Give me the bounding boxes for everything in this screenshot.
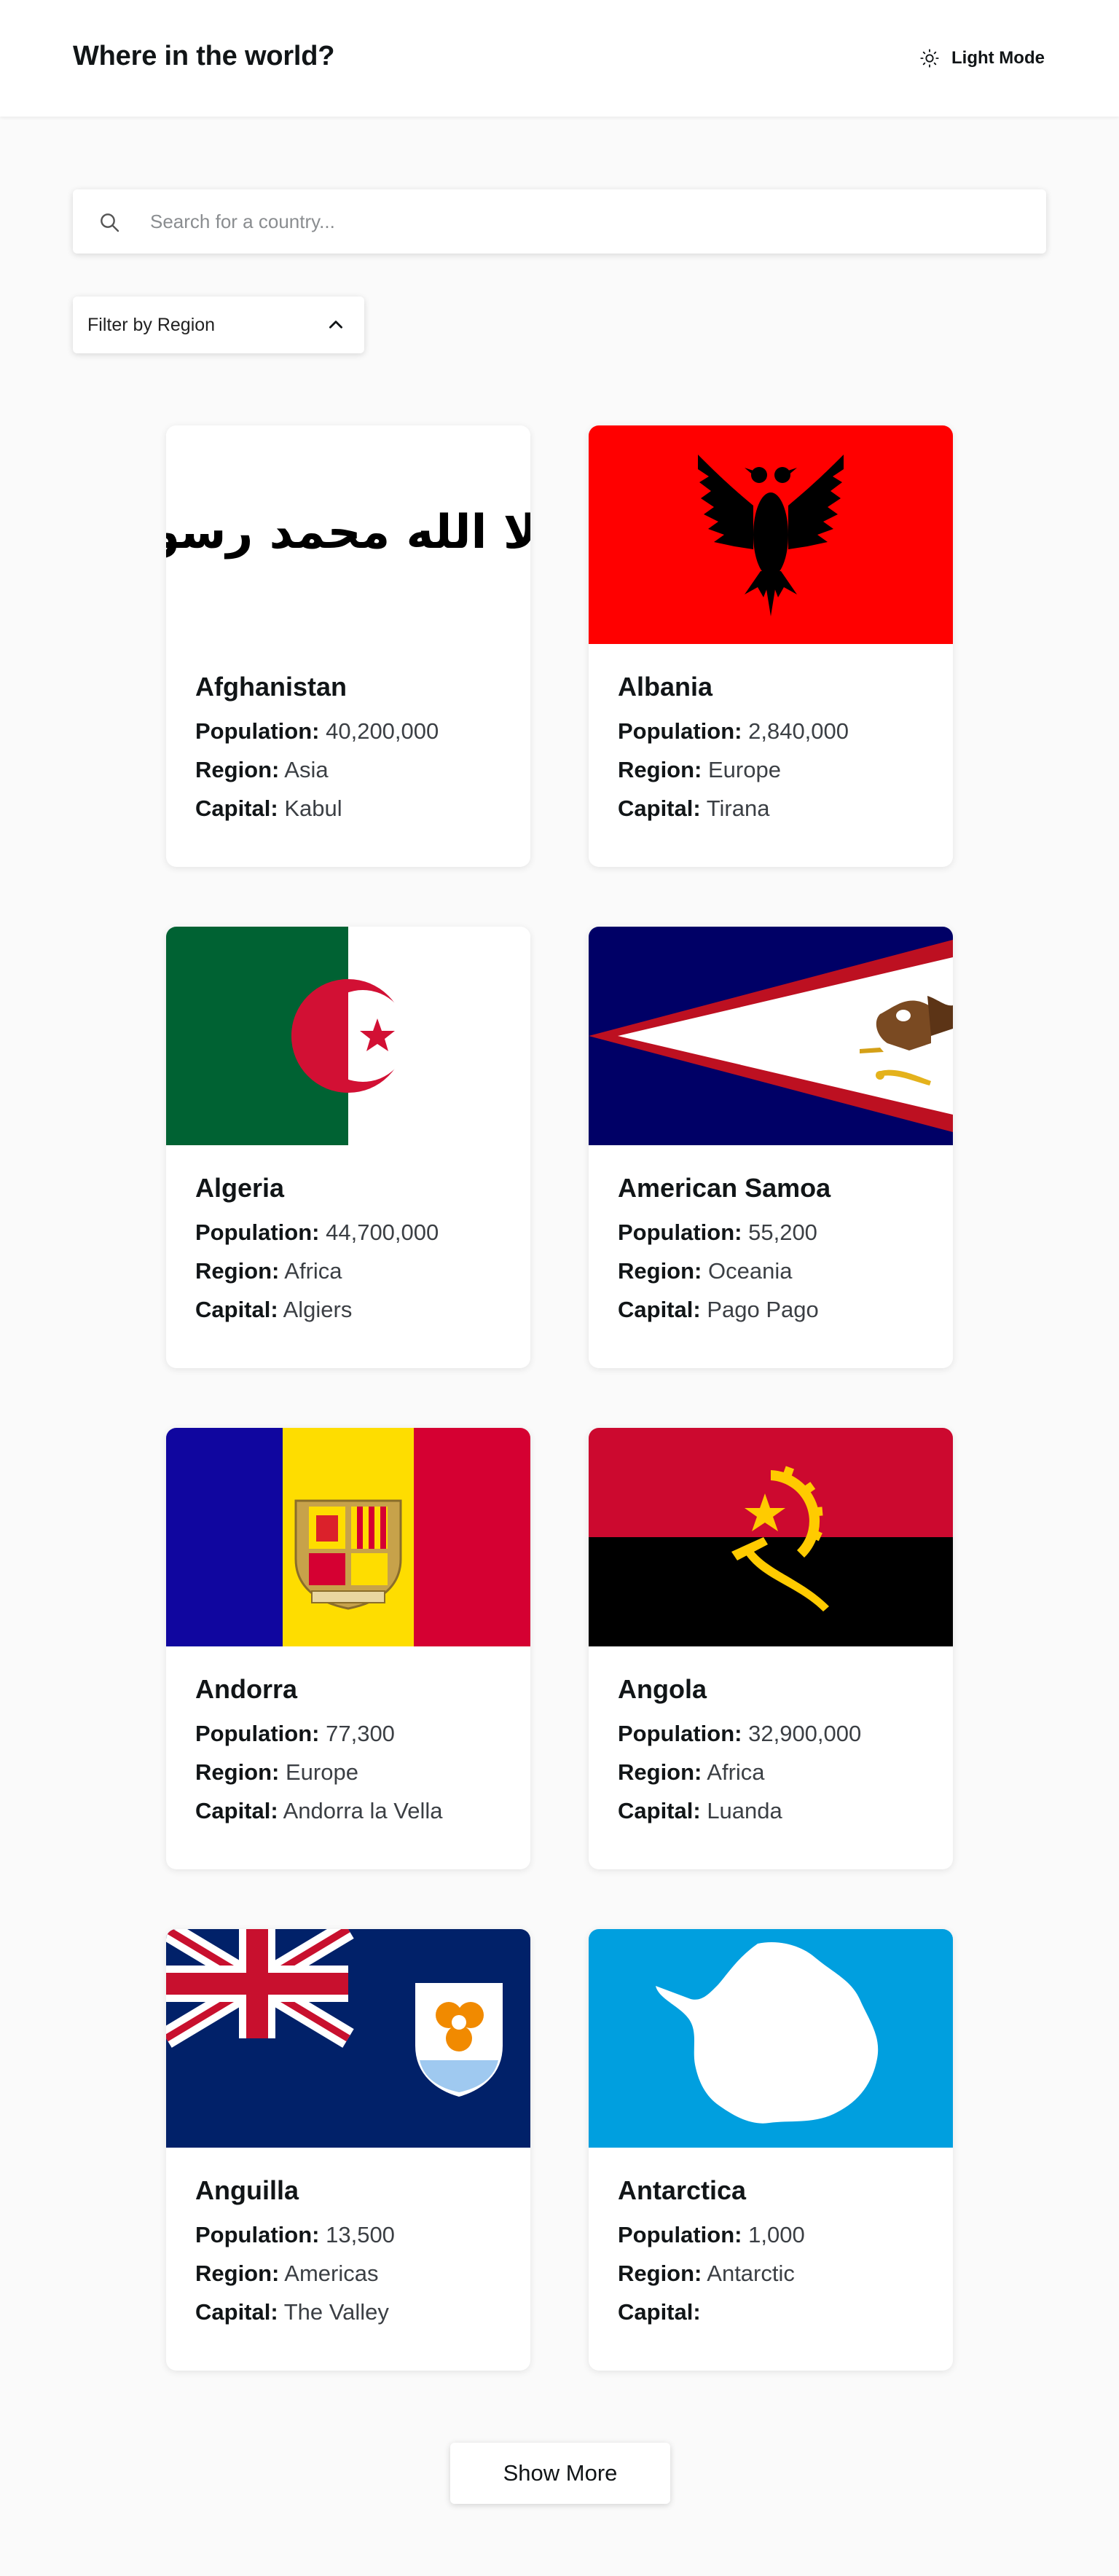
american-samoa-flag bbox=[589, 927, 953, 1145]
country-card-antarctica[interactable]: Antarctica Population: 1,000 Region: Ant… bbox=[589, 1929, 953, 2371]
capital-line: Capital: Algiers bbox=[195, 1297, 353, 1322]
search-bar bbox=[73, 189, 1046, 254]
albania-flag bbox=[589, 425, 953, 644]
afghanistan-flag-text: لا إله إلا الله محمد رسول الله bbox=[166, 506, 530, 559]
capital-line: Capital: Kabul bbox=[195, 796, 342, 821]
theme-toggle-button[interactable]: Light Mode bbox=[919, 45, 1045, 71]
chevron-up-icon bbox=[329, 321, 342, 329]
capital-line: Capital: Luanda bbox=[618, 1798, 782, 1823]
region-line: Region: Africa bbox=[195, 1258, 342, 1284]
capital-line: Capital: Andorra la Vella bbox=[195, 1798, 443, 1823]
country-card-afghanistan[interactable]: لا إله إلا الله محمد رسول الله Afghanist… bbox=[166, 425, 530, 867]
region-line: Region: Antarctic bbox=[618, 2261, 795, 2286]
country-card-algeria[interactable]: Algeria Population: 44,700,000 Region: A… bbox=[166, 927, 530, 1368]
show-more-button[interactable]: Show More bbox=[450, 2443, 670, 2504]
country-card-american-samoa[interactable]: American Samoa Population: 55,200 Region… bbox=[589, 927, 953, 1368]
country-name: Albania bbox=[618, 672, 713, 702]
country-name: Algeria bbox=[195, 1173, 285, 1203]
country-card-albania[interactable]: Albania Population: 2,840,000 Region: Eu… bbox=[589, 425, 953, 867]
search-icon bbox=[101, 213, 119, 232]
app-title: Where in the world? bbox=[73, 41, 335, 71]
country-name: Angola bbox=[618, 1674, 707, 1704]
region-filter-dropdown[interactable]: Filter by Region bbox=[73, 297, 364, 353]
region-filter-label: Filter by Region bbox=[87, 315, 216, 335]
population-line: Population: 13,500 bbox=[195, 2222, 395, 2247]
population-line: Population: 1,000 bbox=[618, 2222, 805, 2247]
capital-line: Capital: Pago Pago bbox=[618, 1297, 819, 1322]
afghanistan-flag: لا إله إلا الله محمد رسول الله bbox=[166, 425, 530, 644]
region-line: Region: Americas bbox=[195, 2261, 379, 2286]
anguilla-flag bbox=[166, 1929, 530, 2148]
population-line: Population: 40,200,000 bbox=[195, 718, 439, 744]
country-card-anguilla[interactable]: Anguilla Population: 13,500 Region: Amer… bbox=[166, 1929, 530, 2371]
antarctica-flag bbox=[589, 1929, 953, 2148]
capital-line: Capital: bbox=[618, 2299, 701, 2325]
algeria-flag bbox=[166, 927, 530, 1145]
population-line: Population: 44,700,000 bbox=[195, 1220, 439, 1245]
country-name: Afghanistan bbox=[195, 672, 348, 702]
country-name: Anguilla bbox=[195, 2175, 299, 2205]
region-line: Region: Africa bbox=[618, 1759, 765, 1785]
capital-line: Capital: Tirana bbox=[618, 796, 770, 821]
theme-toggle-label: Light Mode bbox=[951, 48, 1045, 68]
country-card-andorra[interactable]: Andorra Population: 77,300 Region: Europ… bbox=[166, 1428, 530, 1869]
country-name: American Samoa bbox=[618, 1173, 831, 1203]
region-line: Region: Oceania bbox=[618, 1258, 793, 1284]
region-line: Region: Asia bbox=[195, 757, 329, 782]
population-line: Population: 55,200 bbox=[618, 1220, 817, 1245]
population-line: Population: 32,900,000 bbox=[618, 1721, 862, 1746]
country-card-angola[interactable]: Angola Population: 32,900,000 Region: Af… bbox=[589, 1428, 953, 1869]
country-name: Antarctica bbox=[618, 2175, 747, 2205]
andorra-flag bbox=[166, 1428, 530, 1646]
sun-icon bbox=[920, 49, 939, 68]
app-header: Where in the world? Light Mode bbox=[0, 0, 1119, 117]
capital-line: Capital: The Valley bbox=[195, 2299, 389, 2325]
population-line: Population: 77,300 bbox=[195, 1721, 395, 1746]
region-line: Region: Europe bbox=[195, 1759, 358, 1785]
population-line: Population: 2,840,000 bbox=[618, 718, 849, 744]
region-line: Region: Europe bbox=[618, 757, 781, 782]
angola-flag bbox=[589, 1428, 953, 1646]
search-input[interactable] bbox=[150, 189, 1024, 254]
country-name: Andorra bbox=[195, 1674, 298, 1704]
